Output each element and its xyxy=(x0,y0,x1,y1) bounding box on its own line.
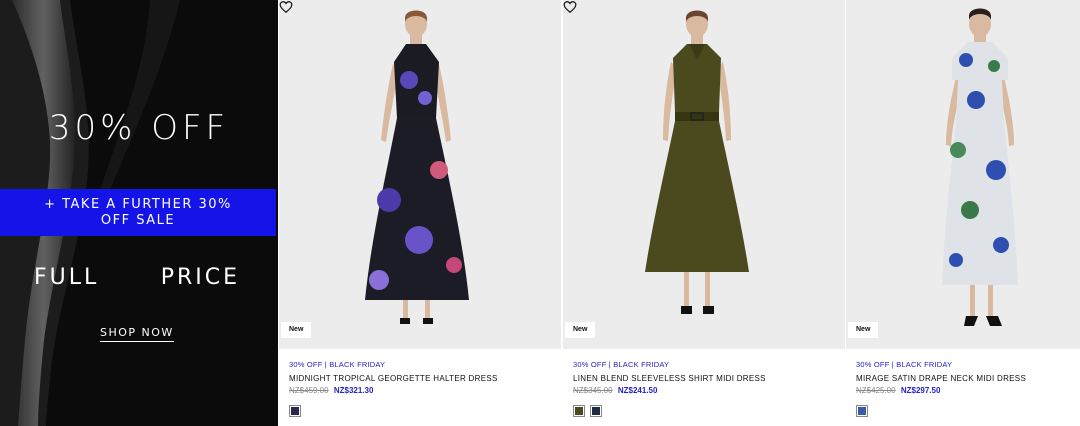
promo-full-price: FULL PRICE xyxy=(0,265,278,290)
product-card[interactable]: New 30% OFF | BLACK FRIDAY MIRAGE SATIN … xyxy=(846,0,1080,426)
product-info: 30% OFF | BLACK FRIDAY MIDNIGHT TROPICAL… xyxy=(289,359,555,417)
price-sale: NZ$241.50 xyxy=(617,386,658,395)
promo-banner[interactable]: 30% OFF + TAKE A FURTHER 30% OFF SALE FU… xyxy=(0,0,278,426)
model-illustration xyxy=(563,0,845,349)
heart-outline-icon[interactable] xyxy=(563,0,577,14)
new-badge: New xyxy=(848,322,879,338)
new-badge: New xyxy=(565,322,596,338)
price-original: NZ$425.00 xyxy=(856,386,896,395)
new-badge: New xyxy=(281,322,312,338)
product-image[interactable]: New xyxy=(563,0,845,349)
promo-band-text: + TAKE A FURTHER 30% OFF SALE xyxy=(44,197,232,228)
promo-headline: 30% OFF xyxy=(48,108,230,148)
promo-price-word: PRICE xyxy=(160,265,240,290)
price-row: NZ$459.00 NZ$321.30 xyxy=(289,385,555,396)
color-swatches xyxy=(573,405,839,417)
color-swatches xyxy=(856,405,1074,417)
product-name-link[interactable]: LINEN BLEND SLEEVELESS SHIRT MIDI DRESS xyxy=(573,373,839,384)
color-swatches xyxy=(289,405,555,417)
model-illustration xyxy=(279,0,561,349)
product-card[interactable]: New 30% OFF | BLACK FRIDAY MIDNIGHT TROP… xyxy=(279,0,561,426)
shop-now-link[interactable]: SHOP NOW xyxy=(100,326,174,342)
product-name-link[interactable]: MIRAGE SATIN DRAPE NECK MIDI DRESS xyxy=(856,373,1074,384)
product-name-link[interactable]: MIDNIGHT TROPICAL GEORGETTE HALTER DRESS xyxy=(289,373,555,384)
product-card[interactable]: New 30% OFF | BLACK FRIDAY LINEN BLEND S… xyxy=(563,0,845,426)
heart-outline-icon[interactable] xyxy=(279,0,293,14)
color-swatch-navy[interactable] xyxy=(590,405,602,417)
price-original: NZ$459.00 xyxy=(289,386,329,395)
model-illustration xyxy=(846,0,1080,349)
color-swatch[interactable] xyxy=(289,405,301,417)
color-swatch-olive[interactable] xyxy=(573,405,585,417)
color-swatch[interactable] xyxy=(856,405,868,417)
price-row: NZ$425.00 NZ$297.50 xyxy=(856,385,1074,396)
promo-band[interactable]: + TAKE A FURTHER 30% OFF SALE xyxy=(0,189,276,236)
price-row: NZ$345.00 NZ$241.50 xyxy=(573,385,839,396)
product-info: 30% OFF | BLACK FRIDAY LINEN BLEND SLEEV… xyxy=(573,359,839,417)
product-promo-tag: 30% OFF | BLACK FRIDAY xyxy=(856,360,953,369)
product-image[interactable]: New xyxy=(279,0,561,349)
product-image[interactable]: New xyxy=(846,0,1080,349)
product-info: 30% OFF | BLACK FRIDAY MIRAGE SATIN DRAP… xyxy=(856,359,1074,417)
price-sale: NZ$297.50 xyxy=(900,386,941,395)
product-promo-tag: 30% OFF | BLACK FRIDAY xyxy=(289,360,386,369)
product-promo-tag: 30% OFF | BLACK FRIDAY xyxy=(573,360,670,369)
price-sale: NZ$321.30 xyxy=(333,386,374,395)
price-original: NZ$345.00 xyxy=(573,386,613,395)
promo-full-word: FULL xyxy=(34,265,100,290)
